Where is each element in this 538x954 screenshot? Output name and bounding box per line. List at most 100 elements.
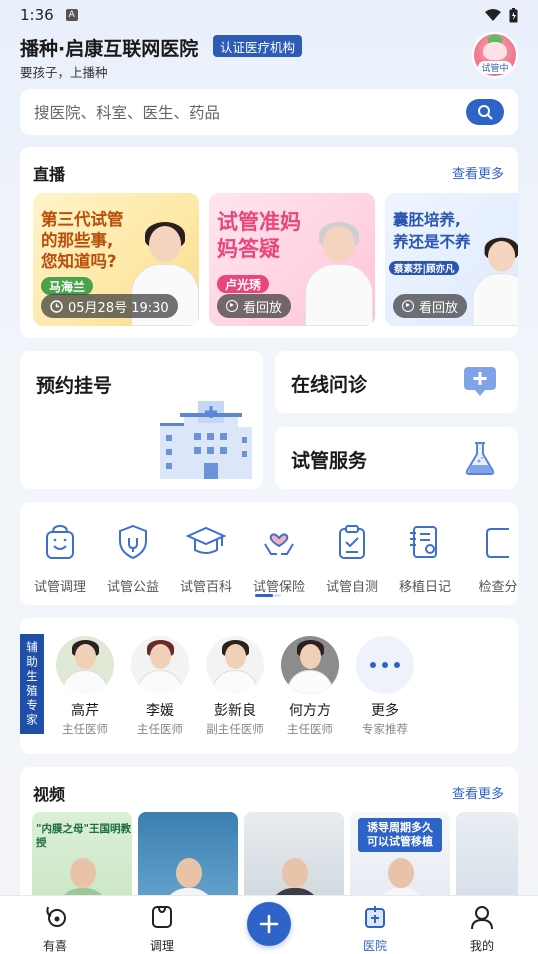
tab-label: 我的 xyxy=(469,939,494,953)
tab-label: 调理 xyxy=(149,939,174,953)
tab-tiaoli[interactable]: 调理 xyxy=(127,904,197,954)
live-title: 直播 xyxy=(33,165,66,184)
appointment-card[interactable]: 预约挂号 xyxy=(20,351,263,489)
grid-scroll-indicator xyxy=(255,594,281,597)
live-card-1[interactable]: 第三代试管 的那些事, 您知道吗? 马海兰 05月28号 19:30 xyxy=(33,193,199,326)
ivf-service-title: 试管服务 xyxy=(291,450,368,472)
certified-badge[interactable]: 认证医疗机构 xyxy=(213,35,303,57)
tab-label: 有喜 xyxy=(42,939,67,953)
live-3-doctor-photo xyxy=(471,237,518,326)
status-icons xyxy=(485,7,518,23)
live-card-3[interactable]: 囊胚培养, 养还是不养 蔡素芬|顾亦凡 看回放 xyxy=(385,193,518,326)
hospital-title: 播种·启康互联网医院 xyxy=(20,38,199,60)
cup-icon xyxy=(152,906,172,928)
play-icon xyxy=(402,300,414,312)
person-icon xyxy=(471,906,493,930)
video-title: 视频 xyxy=(33,785,66,804)
grid-item-transplant-diary[interactable]: 移植日记 xyxy=(389,524,461,595)
status-bar: 1:36 A xyxy=(0,0,538,30)
expert-role: 副主任医师 xyxy=(206,722,264,736)
expert-more-button[interactable]: 更多 专家推荐 xyxy=(345,636,425,737)
expert-item[interactable]: 李媛 主任医师 xyxy=(120,636,200,737)
grid-label: 试管调理 xyxy=(33,580,86,595)
live-more-link[interactable]: 查看更多 xyxy=(452,163,504,182)
expert-item[interactable]: 彭新良 副主任医师 xyxy=(195,636,275,737)
online-consultation-card[interactable]: 在线问诊 xyxy=(275,351,518,413)
clock-icon xyxy=(50,299,63,313)
expert-more-sub: 专家推荐 xyxy=(362,722,408,736)
expert-name: 李媛 xyxy=(146,703,174,719)
live-2-doctor-name: 卢光琇 xyxy=(217,275,270,293)
live-1-doctor-name: 马海兰 xyxy=(41,277,94,295)
expert-section: 辅助生殖专家 高芹 主任医师 李媛 主任医师 彭新良 副主任医师 何方方 主任医… xyxy=(20,618,518,754)
live-3-doctor-name: 蔡素芬|顾亦凡 xyxy=(389,261,460,275)
live-2-headline: 试管准妈 妈答疑 xyxy=(217,210,301,261)
live-3-headline: 囊胚培养, 养还是不养 xyxy=(393,211,471,251)
tab-youxi[interactable]: 有喜 xyxy=(20,904,90,954)
notification-a-icon: A xyxy=(65,9,78,21)
expert-role: 主任医师 xyxy=(62,722,108,736)
play-icon xyxy=(226,300,238,312)
diary-icon xyxy=(410,526,437,558)
report-icon xyxy=(486,528,509,558)
video-4-caption: 诱导周期多久可以试管移植 xyxy=(358,818,442,852)
service-grid: 试管调理 试管公益 试管百科 试管保险 试管自测 移植日记 检查分 xyxy=(20,502,518,605)
grid-item-ivf-encyclopedia[interactable]: 试管百科 xyxy=(170,524,242,595)
expert-name: 彭新良 xyxy=(214,703,256,719)
expert-name: 高芹 xyxy=(71,703,99,719)
video-more-link[interactable]: 查看更多 xyxy=(452,783,504,802)
hospital-building-icon xyxy=(160,401,252,479)
baby-icon xyxy=(46,906,66,927)
avatar-face-icon xyxy=(483,42,507,60)
expert-item[interactable]: 何方方 主任医师 xyxy=(270,636,350,737)
live-2-doctor-photo xyxy=(303,222,373,326)
search-input[interactable]: 搜医院、科室、医生、药品 xyxy=(20,89,518,135)
consultation-title: 在线问诊 xyxy=(291,374,368,396)
hand-heart-icon xyxy=(264,533,294,555)
expert-name: 何方方 xyxy=(289,703,331,719)
expert-avatar xyxy=(206,636,264,694)
expert-more-label: 更多 xyxy=(371,703,399,719)
grid-item-ivf-self-test[interactable]: 试管自测 xyxy=(316,524,388,595)
ivf-service-card[interactable]: 试管服务 xyxy=(275,427,518,489)
search-placeholder: 搜医院、科室、医生、药品 xyxy=(34,104,221,122)
avatar[interactable]: 试管中 xyxy=(472,32,518,78)
hospital-icon xyxy=(365,906,385,928)
shield-heart-icon xyxy=(119,524,147,560)
chat-plus-icon xyxy=(464,367,496,396)
live-2-replay-button[interactable]: 看回放 xyxy=(217,294,292,318)
expert-role: 主任医师 xyxy=(137,722,183,736)
live-section: 直播 查看更多 第三代试管 的那些事, 您知道吗? 马海兰 05月28号 19:… xyxy=(20,147,518,338)
flask-icon xyxy=(465,442,495,475)
grid-label: 移植日记 xyxy=(398,580,451,595)
graduation-cap-icon xyxy=(185,526,227,554)
expert-role: 主任医师 xyxy=(287,722,333,736)
clipboard-check-icon xyxy=(339,525,365,559)
avatar-status-tag: 试管中 xyxy=(478,61,512,74)
plus-icon xyxy=(259,914,279,934)
expert-avatar xyxy=(56,636,114,694)
search-button[interactable] xyxy=(466,99,504,125)
search-icon xyxy=(478,105,493,120)
grid-item-check[interactable]: 检查分 xyxy=(462,524,518,595)
tab-mine[interactable]: 我的 xyxy=(447,904,517,954)
live-card-2[interactable]: 试管准妈 妈答疑 卢光琇 看回放 xyxy=(209,193,375,326)
expert-item[interactable]: 高芹 主任医师 xyxy=(45,636,125,737)
bag-smile-icon xyxy=(46,524,74,559)
add-button[interactable] xyxy=(247,902,291,946)
grid-label: 试管自测 xyxy=(325,580,378,595)
slogan: 要孩子，上播种 xyxy=(20,65,108,80)
grid-label: 试管公益 xyxy=(106,580,159,595)
grid-label: 试管百科 xyxy=(179,580,232,595)
grid-item-ivf-charity[interactable]: 试管公益 xyxy=(97,524,169,595)
tab-hospital[interactable]: 医院 xyxy=(340,904,410,954)
appointment-title: 预约挂号 xyxy=(36,375,113,397)
grid-item-ivf-conditioning[interactable]: 试管调理 xyxy=(24,524,96,595)
live-1-headline: 第三代试管 的那些事, 您知道吗? xyxy=(41,210,124,271)
live-3-replay-button[interactable]: 看回放 xyxy=(393,294,468,318)
header: 播种·启康互联网医院 认证医疗机构 要孩子，上播种 试管中 xyxy=(20,32,520,82)
tab-label: 医院 xyxy=(362,939,387,953)
grid-item-ivf-insurance[interactable]: 试管保险 xyxy=(243,524,315,595)
grid-label: 试管保险 xyxy=(252,580,305,595)
status-time: 1:36 xyxy=(20,6,54,24)
